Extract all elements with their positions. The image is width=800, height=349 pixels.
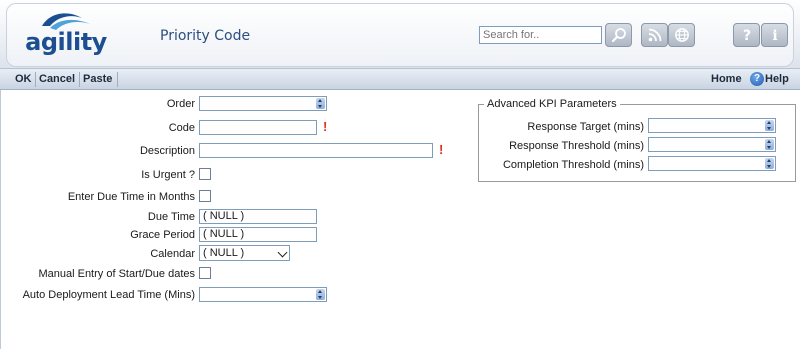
toolbar: OK Cancel Paste Home ? Help bbox=[0, 69, 800, 90]
grace-period-label: Grace Period bbox=[130, 229, 195, 241]
rss-icon bbox=[648, 28, 661, 42]
auto-deploy-stepper[interactable] bbox=[199, 287, 327, 302]
is-urgent-checkbox[interactable] bbox=[199, 168, 211, 180]
info-button[interactable]: i bbox=[761, 23, 788, 47]
manual-entry-checkbox[interactable] bbox=[199, 267, 211, 279]
completion-threshold-stepper[interactable] bbox=[648, 156, 776, 171]
search-input[interactable] bbox=[479, 26, 602, 44]
code-label: Code bbox=[168, 122, 195, 134]
help-question-icon: ? bbox=[742, 28, 750, 43]
rss-button[interactable] bbox=[641, 23, 668, 47]
kpi-legend: Advanced KPI Parameters bbox=[484, 98, 620, 110]
page-title: Priority Code bbox=[160, 28, 251, 44]
order-spinner-icon[interactable] bbox=[316, 98, 325, 109]
order-stepper[interactable] bbox=[199, 96, 327, 111]
auto-deploy-spinner-icon[interactable] bbox=[316, 289, 325, 300]
chevron-down-icon bbox=[277, 247, 288, 258]
help-icon[interactable]: ? bbox=[750, 72, 764, 86]
response-target-stepper[interactable] bbox=[648, 118, 776, 133]
toolbar-divider bbox=[117, 72, 118, 87]
logo-text: agility bbox=[25, 28, 107, 56]
home-link[interactable]: Home bbox=[711, 73, 742, 85]
response-target-spinner-icon[interactable] bbox=[765, 120, 774, 131]
help-link[interactable]: Help bbox=[765, 73, 789, 85]
grace-period-field[interactable]: ( NULL ) bbox=[199, 227, 317, 242]
globe-button[interactable] bbox=[668, 23, 695, 47]
calendar-label: Calendar bbox=[150, 248, 195, 260]
description-label: Description bbox=[139, 145, 195, 157]
calendar-select-value: ( NULL ) bbox=[203, 247, 245, 259]
due-time-field[interactable]: ( NULL ) bbox=[199, 209, 317, 224]
due-time-label: Due Time bbox=[147, 211, 195, 223]
info-icon: i bbox=[772, 28, 777, 43]
auto-deploy-label: Auto Deployment Lead Time (Mins) bbox=[22, 289, 195, 301]
agility-logo[interactable]: agility bbox=[20, 6, 112, 62]
paste-button[interactable]: Paste bbox=[83, 73, 112, 85]
globe-icon bbox=[674, 28, 689, 42]
response-threshold-stepper[interactable] bbox=[648, 137, 776, 152]
search-button[interactable] bbox=[605, 23, 632, 47]
question-button[interactable]: ? bbox=[733, 23, 760, 47]
code-required-mark: ! bbox=[323, 119, 328, 134]
is-urgent-label: Is Urgent ? bbox=[141, 169, 195, 181]
ok-button[interactable]: OK bbox=[15, 73, 32, 85]
search-icon bbox=[611, 28, 626, 43]
description-field[interactable] bbox=[199, 143, 433, 158]
response-target-label: Response Target (mins) bbox=[527, 121, 644, 133]
due-months-checkbox[interactable] bbox=[199, 190, 211, 202]
due-months-label: Enter Due Time in Months bbox=[67, 191, 195, 203]
toolbar-divider bbox=[35, 72, 36, 87]
cancel-button[interactable]: Cancel bbox=[39, 73, 75, 85]
completion-threshold-spinner-icon[interactable] bbox=[765, 158, 774, 169]
toolbar-divider bbox=[79, 72, 80, 87]
manual-entry-label: Manual Entry of Start/Due dates bbox=[38, 268, 195, 280]
app-header: agility Priority Code ? i bbox=[0, 0, 800, 69]
completion-threshold-label: Completion Threshold (mins) bbox=[502, 159, 644, 171]
content-left-border bbox=[0, 90, 1, 349]
code-field[interactable] bbox=[199, 120, 317, 135]
response-threshold-spinner-icon[interactable] bbox=[765, 139, 774, 150]
svg-text:i: i bbox=[772, 28, 777, 43]
order-label: Order bbox=[166, 98, 195, 110]
svg-text:?: ? bbox=[742, 28, 750, 43]
description-required-mark: ! bbox=[439, 142, 444, 157]
response-threshold-label: Response Threshold (mins) bbox=[509, 140, 644, 152]
calendar-select[interactable]: ( NULL ) bbox=[199, 245, 290, 261]
